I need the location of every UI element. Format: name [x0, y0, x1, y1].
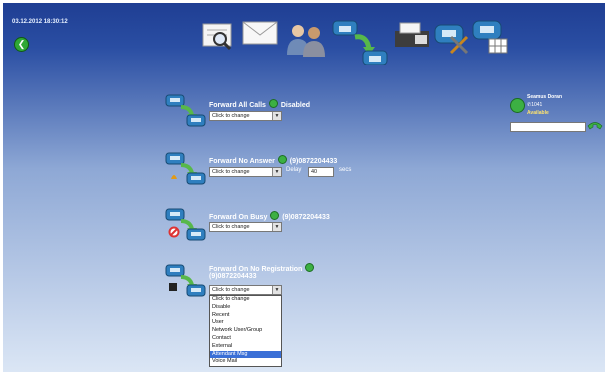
forward-no-answer-select[interactable]: Click to change ▼ — [209, 167, 282, 177]
forwarding-panel: 03.12.2012 18:30:12 ❮ Forward All Calls … — [3, 3, 605, 372]
chevron-down-icon: ▼ — [272, 168, 281, 176]
forward-no-answer-label: Forward No Answer (9)0872204433 — [209, 155, 337, 165]
forward-all-calls-label: Forward All Calls Disabled — [209, 99, 310, 109]
forward-no-answer-phone-icon — [165, 152, 206, 185]
forward-destination-dropdown[interactable]: Click to change Disable Recent User Netw… — [209, 295, 282, 368]
chevron-down-icon: ▼ — [272, 112, 281, 120]
forward-arrow-icon — [305, 263, 315, 272]
dropdown-option[interactable]: User — [210, 319, 281, 327]
forward-all-select[interactable]: Click to change ▼ — [209, 111, 282, 121]
forward-arrow-icon — [270, 211, 280, 220]
contacts-people-icon[interactable] — [283, 21, 329, 57]
phone-settings-icon[interactable] — [433, 19, 471, 55]
delay-seconds-input[interactable]: 40 — [308, 167, 334, 177]
user-extension: ✆1041 — [527, 102, 543, 108]
call-forward-icon[interactable] — [331, 17, 391, 65]
chevron-down-icon: ▼ — [272, 223, 281, 231]
back-arrow-icon[interactable]: ❮ — [14, 37, 29, 52]
dropdown-option[interactable]: Click to change — [210, 296, 281, 304]
phonebook-search-icon[interactable] — [200, 21, 238, 51]
delay-label: Delay — [286, 167, 302, 173]
dropdown-option[interactable]: Disable — [210, 304, 281, 312]
message-envelope-icon[interactable] — [241, 17, 279, 47]
forward-on-busy-select[interactable]: Click to change ▼ — [209, 222, 282, 232]
dropdown-option[interactable]: Voice Mail — [210, 358, 281, 366]
forward-all-phone-icon — [165, 94, 206, 127]
forward-no-registration-phone-icon — [165, 264, 206, 297]
dropdown-option-selected[interactable]: Attendant Msg — [210, 350, 281, 359]
forward-no-registration-select[interactable]: Click to change ▼ — [209, 285, 282, 295]
forward-no-registration-label: Forward On No Registration — [209, 263, 315, 273]
dropdown-option[interactable]: Recent — [210, 312, 281, 320]
dropdown-option[interactable]: Contact — [210, 335, 281, 343]
forward-arrow-icon — [268, 99, 278, 108]
forward-on-busy-phone-icon — [165, 208, 206, 241]
phone-grid-icon[interactable] — [471, 19, 509, 55]
forward-no-registration-number: (9)0872204433 — [209, 273, 257, 280]
user-name: Seamus Doran — [527, 94, 563, 100]
dial-number-input[interactable] — [510, 122, 586, 132]
dropdown-option[interactable]: External — [210, 343, 281, 351]
fax-machine-icon[interactable] — [393, 21, 433, 49]
dropdown-option[interactable]: Network User/Group — [210, 327, 281, 335]
datetime-display: 03.12.2012 18:30:12 — [12, 19, 68, 25]
dial-handset-icon[interactable] — [587, 120, 603, 131]
user-status: Available — [527, 110, 549, 116]
screenshot-frame: 03.12.2012 18:30:12 ❮ Forward All Calls … — [0, 0, 608, 375]
delay-unit-label: secs — [339, 167, 352, 173]
presence-status-icon — [510, 98, 525, 113]
chevron-down-icon: ▼ — [272, 286, 281, 294]
forward-on-busy-label: Forward On Busy (9)0872204433 — [209, 211, 330, 221]
forward-arrow-icon — [277, 155, 287, 164]
